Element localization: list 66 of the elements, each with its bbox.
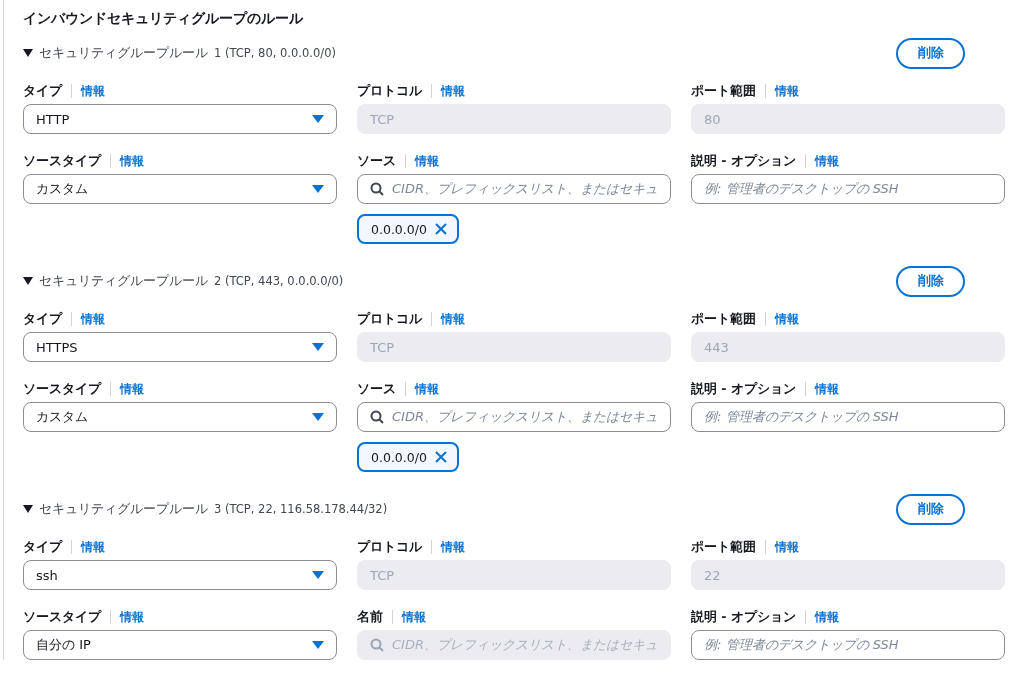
type-select[interactable]: HTTPS xyxy=(23,332,337,362)
rule-title: セキュリティグループルール xyxy=(39,272,208,290)
field-label: ポート範囲 xyxy=(691,538,756,556)
field-label: ソースタイプ xyxy=(23,608,101,626)
dropdown-caret-icon xyxy=(312,413,324,421)
info-link[interactable]: 情報 xyxy=(120,153,144,169)
field-label: プロトコル xyxy=(357,538,422,556)
type-select[interactable]: HTTP xyxy=(23,104,337,134)
rule-summary: 1 (TCP, 80, 0.0.0.0/0) xyxy=(214,46,336,60)
search-icon xyxy=(370,182,384,196)
info-link[interactable]: 情報 xyxy=(120,609,144,625)
type-select[interactable]: 自分の IP xyxy=(23,630,337,660)
delete-button[interactable]: 削除 xyxy=(896,493,965,525)
caret-icon[interactable] xyxy=(23,49,33,57)
dropdown-caret-icon xyxy=(312,115,324,123)
input-field[interactable]: 例: 管理者のデスクトップの SSH xyxy=(691,630,1005,660)
delete-button[interactable]: 削除 xyxy=(896,37,965,69)
rule-title: セキュリティグループルール xyxy=(39,500,208,518)
info-link[interactable]: 情報 xyxy=(814,381,839,397)
type-select[interactable]: ssh xyxy=(23,560,337,590)
close-icon[interactable] xyxy=(434,223,447,235)
field-label: タイプ xyxy=(23,310,62,328)
field-label: ソース xyxy=(357,152,396,170)
field-label: ポート範囲 xyxy=(691,82,756,100)
rule-summary: 2 (TCP, 443, 0.0.0.0/0) xyxy=(214,274,344,288)
caret-icon[interactable] xyxy=(23,277,33,285)
field-label: 説明 - オプション xyxy=(691,608,796,626)
close-icon[interactable] xyxy=(434,451,447,463)
field-label: ソースタイプ xyxy=(23,152,101,170)
rule-title: セキュリティグループルール xyxy=(39,44,208,62)
field-label: 説明 - オプション xyxy=(691,380,796,398)
cidr-token[interactable]: 0.0.0.0/0 xyxy=(357,214,459,244)
type-select[interactable]: カスタム xyxy=(23,402,337,432)
dropdown-caret-icon xyxy=(312,571,324,579)
info-link[interactable]: 情報 xyxy=(81,311,105,327)
search-field[interactable]: CIDR、プレフィックスリスト、またはセキュ xyxy=(357,174,671,204)
field-label: ソース xyxy=(357,380,396,398)
dropdown-caret-icon xyxy=(312,641,324,649)
delete-button[interactable]: 削除 xyxy=(896,265,965,297)
field-label: タイプ xyxy=(23,538,62,556)
field-label: ポート範囲 xyxy=(691,310,756,328)
input-field[interactable]: 例: 管理者のデスクトップの SSH xyxy=(691,402,1005,432)
info-link[interactable]: 情報 xyxy=(814,153,839,169)
info-link[interactable]: 情報 xyxy=(415,381,439,397)
field-label: 説明 - オプション xyxy=(691,152,796,170)
info-link[interactable]: 情報 xyxy=(120,381,144,397)
rule-summary: 3 (TCP, 22, 116.58.178.44/32) xyxy=(214,502,388,516)
section-title: インバウンドセキュリティグループのルール xyxy=(23,10,304,28)
type-select[interactable]: カスタム xyxy=(23,174,337,204)
info-link[interactable]: 情報 xyxy=(814,609,839,625)
info-link[interactable]: 情報 xyxy=(81,83,105,99)
cidr-token[interactable]: 0.0.0.0/0 xyxy=(357,442,459,472)
field-label: ソースタイプ xyxy=(23,380,101,398)
info-link[interactable]: 情報 xyxy=(415,153,439,169)
field-label: タイプ xyxy=(23,82,62,100)
search-field[interactable]: CIDR、プレフィックスリスト、またはセキュ xyxy=(357,402,671,432)
input-field[interactable]: 例: 管理者のデスクトップの SSH xyxy=(691,174,1005,204)
dropdown-caret-icon xyxy=(312,343,324,351)
search-icon xyxy=(370,638,384,652)
field-label: 名前 xyxy=(357,608,383,626)
field-label: プロトコル xyxy=(357,310,422,328)
field-label: プロトコル xyxy=(357,82,422,100)
search-icon xyxy=(370,410,384,424)
caret-icon[interactable] xyxy=(23,505,33,513)
dropdown-caret-icon xyxy=(312,185,324,193)
info-link[interactable]: 情報 xyxy=(81,539,105,555)
